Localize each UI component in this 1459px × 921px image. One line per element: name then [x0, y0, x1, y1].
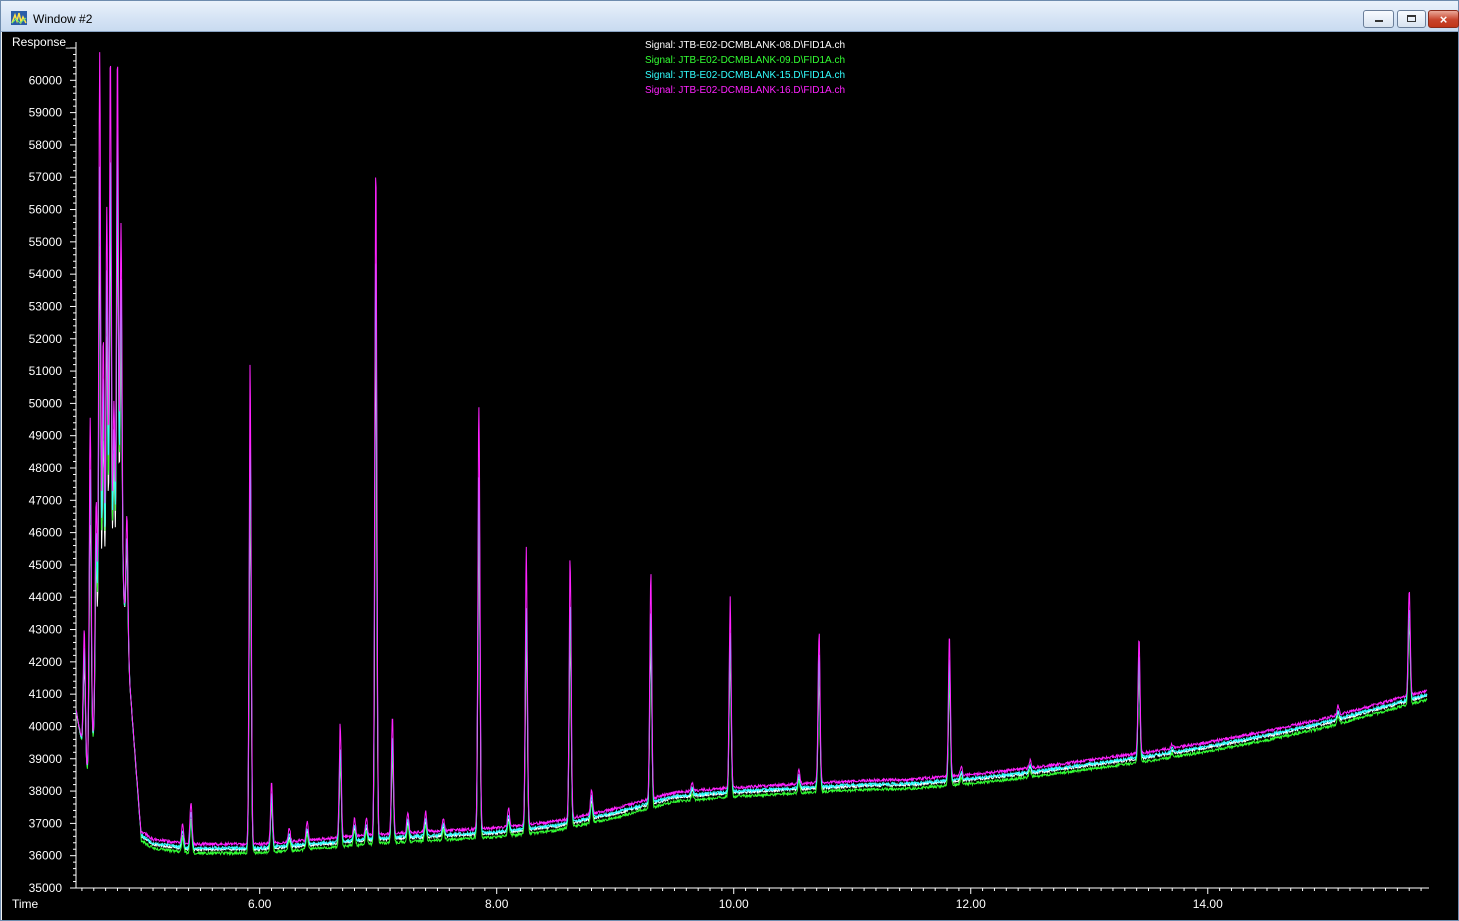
legend-entry: Signal: JTB-E02-DCMBLANK-16.D\FID1A.ch	[645, 85, 845, 96]
y-tick-label: 45000	[29, 558, 63, 572]
y-tick-label: 52000	[29, 332, 63, 346]
y-tick-label: 39000	[29, 752, 63, 766]
maximize-button[interactable]	[1397, 10, 1426, 28]
y-tick-label: 36000	[29, 849, 63, 863]
x-axis-label: Time	[12, 897, 39, 911]
chromatogram-chart[interactable]: Response_ Time 35000 36000 37000 38000 39000…	[2, 32, 1458, 920]
legend-entry: Signal: JTB-E02-DCMBLANK-09.D\FID1A.ch	[645, 55, 845, 66]
y-tick-label: 57000	[29, 170, 63, 184]
y-tick-label: 53000	[29, 299, 63, 313]
close-icon: ×	[1439, 12, 1448, 27]
application-window: Window #2 × Response_ Time 35000 36000 370…	[0, 0, 1459, 921]
y-tick-label: 60000	[29, 73, 63, 87]
y-tick-label: 42000	[29, 655, 63, 669]
y-tick-label: 48000	[29, 461, 63, 475]
y-tick-label: 44000	[29, 590, 63, 604]
chromatogram-view[interactable]: Response_ Time 35000 36000 37000 38000 39000…	[2, 32, 1458, 920]
y-tick-label: 59000	[29, 106, 63, 120]
window-title: Window #2	[33, 12, 93, 26]
y-tick-label: 37000	[29, 816, 63, 830]
x-tick-label: 6.00	[248, 897, 272, 911]
plot-background	[2, 32, 1458, 920]
close-button[interactable]: ×	[1428, 10, 1459, 28]
title-bar[interactable]: Window #2 ×	[1, 1, 1459, 32]
y-tick-label: 49000	[29, 429, 63, 443]
y-tick-label: 35000	[29, 881, 63, 895]
minimize-button[interactable]	[1363, 10, 1394, 28]
y-axis-label: Response_	[12, 35, 73, 49]
x-tick-label: 12.00	[956, 897, 986, 911]
y-tick-label: 56000	[29, 203, 63, 217]
legend-entry: Signal: JTB-E02-DCMBLANK-15.D\FID1A.ch	[645, 70, 845, 81]
y-tick-label: 38000	[29, 784, 63, 798]
y-tick-label: 51000	[29, 364, 63, 378]
y-tick-label: 54000	[29, 267, 63, 281]
x-tick-label: 14.00	[1193, 897, 1223, 911]
y-tick-label: 47000	[29, 493, 63, 507]
y-tick-label: 46000	[29, 526, 63, 540]
y-tick-label: 40000	[29, 719, 63, 733]
chromatogram-app-icon	[11, 11, 27, 25]
y-tick-label: 58000	[29, 138, 63, 152]
x-tick-label: 10.00	[719, 897, 749, 911]
x-tick-label: 8.00	[485, 897, 509, 911]
y-tick-label: 55000	[29, 235, 63, 249]
legend-entry: Signal: JTB-E02-DCMBLANK-08.D\FID1A.ch	[645, 40, 845, 51]
y-tick-label: 41000	[29, 687, 63, 701]
y-tick-label: 50000	[29, 396, 63, 410]
y-tick-label: 43000	[29, 623, 63, 637]
